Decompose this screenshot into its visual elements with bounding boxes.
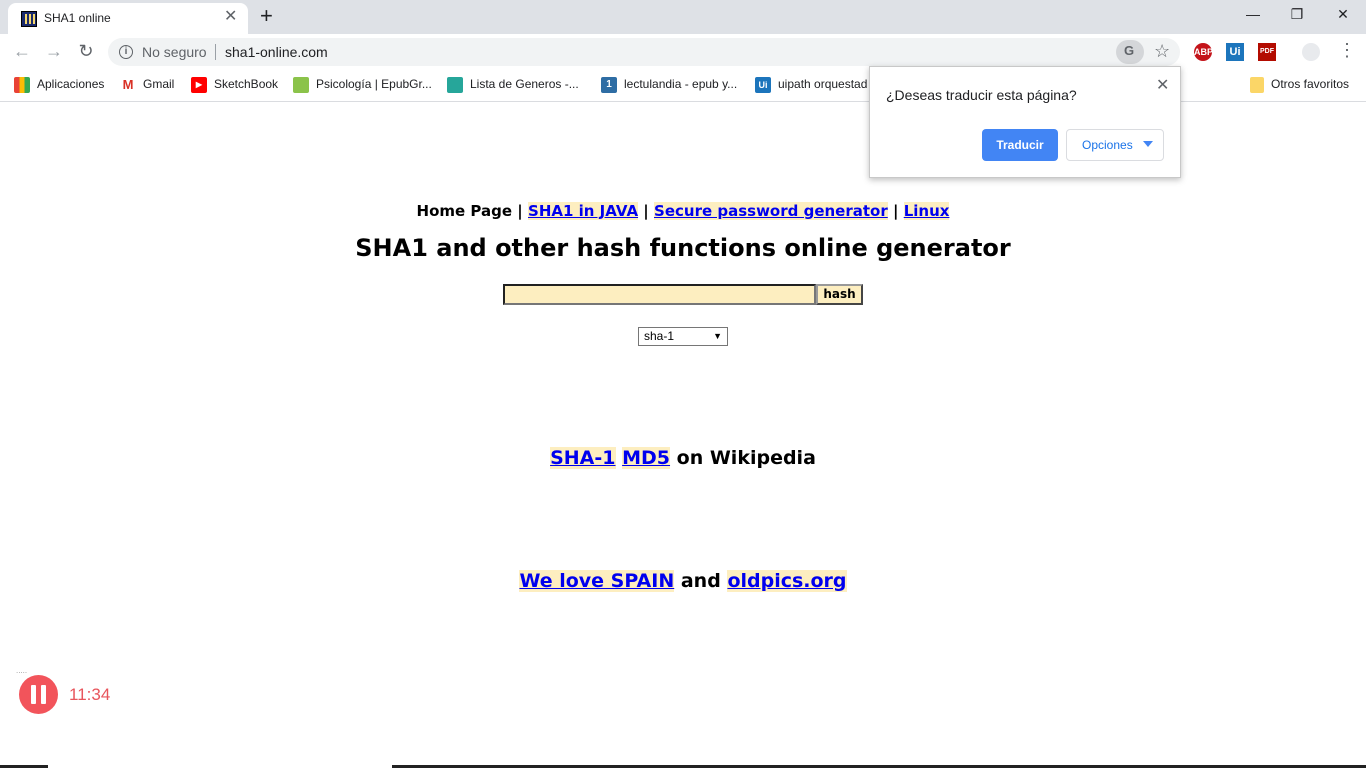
options-button[interactable]: Opciones	[1066, 129, 1164, 161]
adblock-extension-icon[interactable]: ABP	[1194, 43, 1213, 61]
nav-link-linux[interactable]: Linux	[903, 202, 950, 220]
folder-icon	[1250, 77, 1264, 93]
window-close-button[interactable]: ✕	[1320, 4, 1366, 24]
tab-close-icon[interactable]: ✕	[224, 9, 237, 25]
reload-button[interactable]: ↻	[76, 42, 96, 60]
book-icon	[447, 77, 463, 93]
pause-recording-button[interactable]	[19, 675, 58, 714]
hash-button[interactable]: hash	[816, 284, 863, 305]
recording-timer: 11:34	[69, 685, 111, 704]
restore-button[interactable]: ❐	[1274, 4, 1320, 24]
translate-popup: ¿Deseas traducir esta página? ✕ Traducir…	[869, 66, 1181, 178]
page-content: Home Page | SHA1 in JAVA | Secure passwo…	[0, 103, 1366, 768]
translate-question: ¿Deseas traducir esta página?	[886, 87, 1077, 103]
uipath-extension-icon[interactable]: Ui	[1226, 43, 1244, 61]
recorder-handle[interactable]: .....	[16, 666, 27, 675]
browser-menu-icon[interactable]: ⋮	[1338, 41, 1356, 59]
gmail-icon: M	[120, 77, 136, 93]
pdf-extension-icon[interactable]: PDF	[1258, 43, 1276, 61]
link-sha1-wikipedia[interactable]: SHA-1	[550, 447, 616, 469]
bookmark-other-favorites[interactable]: Otros favoritos	[1250, 77, 1349, 93]
profile-avatar-icon[interactable]	[1302, 43, 1320, 61]
address-bar[interactable]: i No seguro sha1-online.com ☆	[108, 38, 1180, 66]
uipath-icon: Ui	[755, 77, 771, 93]
lectulandia-icon: 1	[601, 77, 617, 93]
nav-link-password-generator[interactable]: Secure password generator	[654, 202, 888, 220]
footer-links: We love SPAIN and oldpics.org	[519, 570, 847, 592]
nav-link-sha1-java[interactable]: SHA1 in JAVA	[528, 202, 639, 220]
tab-strip: SHA1 online ✕ + — ❐ ✕	[0, 0, 1366, 34]
bookmark-star-icon[interactable]: ☆	[1154, 41, 1170, 62]
bookmark-sketchbook[interactable]: ▶ SketchBook	[191, 77, 278, 93]
site-favicon-icon	[21, 11, 37, 27]
chevron-down-icon	[1143, 141, 1153, 147]
bookmark-uipath[interactable]: Ui uipath orquestad	[755, 77, 867, 93]
site-nav: Home Page | SHA1 in JAVA | Secure passwo…	[416, 202, 950, 220]
page-title: SHA1 and other hash functions online gen…	[355, 234, 1011, 262]
browser-toolbar: ← → ↻ i No seguro sha1-online.com ☆ ABP …	[0, 34, 1366, 70]
popup-close-icon[interactable]: ✕	[1156, 75, 1169, 95]
youtube-icon: ▶	[191, 77, 207, 93]
tab-title: SHA1 online	[44, 11, 111, 25]
url-text[interactable]: sha1-online.com	[225, 44, 328, 60]
bookmark-lectulandia[interactable]: 1 lectulandia - epub y...	[601, 77, 737, 93]
minimize-button[interactable]: —	[1230, 4, 1276, 24]
link-md5-wikipedia[interactable]: MD5	[622, 447, 671, 469]
home-page-label: Home Page	[416, 202, 513, 220]
apps-grid-icon	[14, 77, 30, 93]
link-we-love-spain[interactable]: We love SPAIN	[519, 570, 675, 592]
epub-icon	[293, 77, 309, 93]
hash-input[interactable]	[503, 284, 816, 305]
algorithm-select[interactable]: sha-1 ▼	[638, 327, 728, 346]
new-tab-button[interactable]: +	[260, 5, 273, 27]
translate-button[interactable]: Traducir	[982, 129, 1058, 161]
link-oldpics[interactable]: oldpics.org	[727, 570, 847, 592]
translate-icon[interactable]	[1116, 40, 1144, 64]
forward-button[interactable]: →	[44, 42, 64, 60]
security-label[interactable]: No seguro	[142, 44, 207, 60]
dropdown-arrow-icon: ▼	[713, 331, 722, 341]
bookmark-gmail[interactable]: M Gmail	[120, 77, 174, 93]
divider	[215, 44, 216, 60]
info-icon[interactable]: i	[119, 45, 133, 59]
bookmark-lista-generos[interactable]: Lista de Generos -...	[447, 77, 579, 93]
bookmark-psicologia[interactable]: Psicología | EpubGr...	[293, 77, 432, 93]
back-button[interactable]: ←	[12, 42, 32, 60]
bookmark-apps[interactable]: Aplicaciones	[14, 77, 104, 93]
tab-sha1-online[interactable]: SHA1 online ✕	[8, 3, 248, 34]
wikipedia-links: SHA-1 MD5 on Wikipedia	[550, 447, 816, 469]
